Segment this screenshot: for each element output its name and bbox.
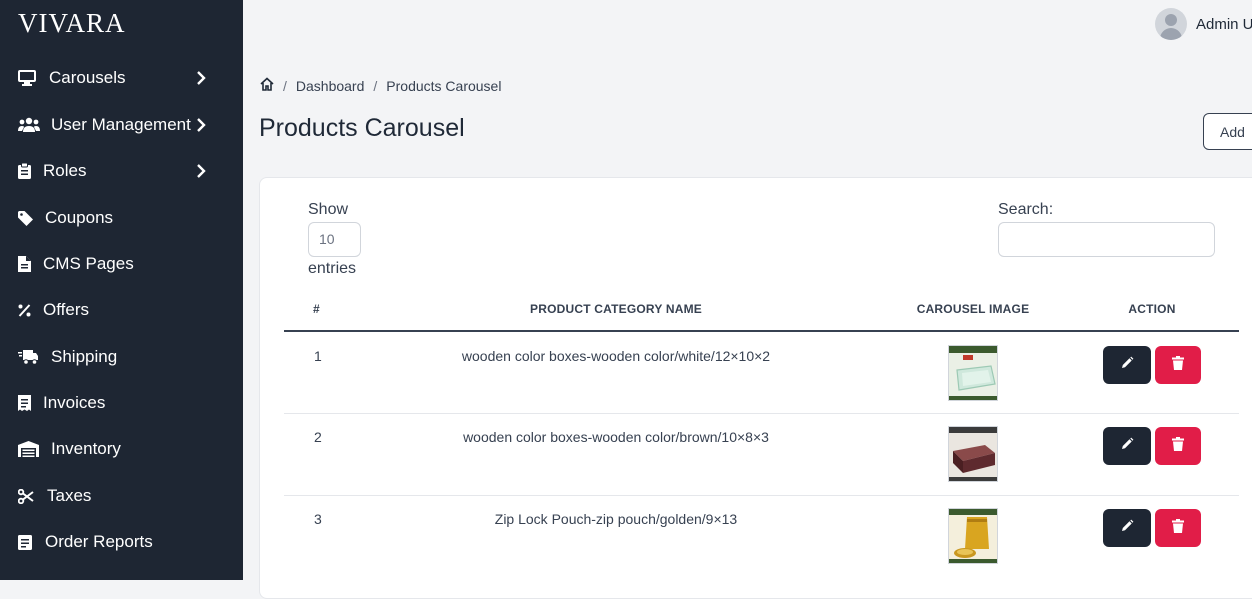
- search-input[interactable]: [998, 222, 1215, 257]
- pencil-icon: [1120, 437, 1134, 456]
- brand-logo[interactable]: VIVARA: [18, 8, 126, 39]
- percent-icon: [18, 301, 36, 319]
- column-header-carousel-image[interactable]: CAROUSEL IMAGE: [898, 302, 1048, 316]
- carousel-image-thumbnail[interactable]: [948, 345, 998, 401]
- row-product-category-name: wooden color boxes-wooden color/brown/10…: [463, 429, 769, 445]
- delete-button[interactable]: [1155, 509, 1201, 547]
- row-index: 3: [314, 511, 322, 527]
- monitor-icon: [18, 69, 40, 87]
- sidebar-item-label: Carousels: [49, 68, 126, 87]
- file-icon: [18, 255, 36, 273]
- delete-button[interactable]: [1155, 346, 1201, 384]
- edit-button[interactable]: [1103, 346, 1151, 384]
- trash-icon: [1172, 518, 1184, 538]
- sidebar-item-shipping[interactable]: Shipping: [0, 337, 243, 377]
- sidebar-item-invoices[interactable]: Invoices: [0, 383, 243, 423]
- breadcrumb-current: Products Carousel: [386, 77, 502, 94]
- sidebar-item-taxes[interactable]: Taxes: [0, 476, 243, 516]
- breadcrumb: / Dashboard / Products Carousel: [260, 77, 501, 94]
- sidebar-item-roles[interactable]: Roles: [0, 151, 243, 191]
- sidebar-item-inventory[interactable]: Inventory: [0, 429, 243, 469]
- sidebar-item-label: Coupons: [45, 208, 114, 227]
- breadcrumb-dashboard[interactable]: Dashboard: [296, 78, 365, 94]
- truck-icon: [18, 348, 44, 366]
- trash-icon: [1172, 436, 1184, 456]
- row-index: 1: [314, 348, 322, 364]
- entries-label: entries: [308, 260, 357, 277]
- scissors-icon: [18, 487, 40, 505]
- sidebar-item-order-reports[interactable]: Order Reports: [0, 522, 243, 562]
- show-label: Show: [308, 201, 349, 218]
- column-header-index[interactable]: #: [313, 302, 320, 316]
- sidebar-item-label: User Management: [51, 115, 191, 134]
- page-title: Products Carousel: [259, 114, 465, 142]
- sidebar-item-label: Taxes: [47, 486, 92, 505]
- sidebar-item-label: Shipping: [51, 347, 118, 366]
- tag-icon: [18, 209, 40, 227]
- avatar[interactable]: [1155, 8, 1187, 40]
- row-divider: [284, 413, 1239, 414]
- sidebar-item-label: Roles: [43, 161, 87, 180]
- pencil-icon: [1120, 519, 1134, 538]
- row-index: 2: [314, 429, 322, 445]
- table-header-divider: [284, 330, 1239, 332]
- chevron-right-icon: [196, 163, 206, 184]
- sidebar-item-cms-pages[interactable]: CMS Pages: [0, 244, 243, 284]
- trash-icon: [1172, 355, 1184, 375]
- sidebar: VIVARA Carousels User Management Roles C: [0, 0, 243, 580]
- breadcrumb-separator: /: [373, 77, 378, 94]
- sidebar-item-carousels[interactable]: Carousels: [0, 58, 243, 98]
- user-name[interactable]: Admin U: [1196, 16, 1252, 33]
- carousel-image-thumbnail[interactable]: [948, 426, 998, 482]
- home-icon[interactable]: [260, 77, 274, 94]
- row-product-category-name: wooden color boxes-wooden color/white/12…: [461, 348, 771, 364]
- users-icon: [18, 116, 44, 134]
- sidebar-item-label: CMS Pages: [43, 254, 134, 273]
- chevron-right-icon: [196, 117, 206, 138]
- row-divider: [284, 495, 1239, 496]
- column-header-action[interactable]: ACTION: [1102, 302, 1202, 316]
- sidebar-item-coupons[interactable]: Coupons: [0, 198, 243, 238]
- edit-button[interactable]: [1103, 427, 1151, 465]
- receipt-icon: [18, 394, 36, 412]
- breadcrumb-separator: /: [283, 77, 287, 94]
- row-product-category-name: Zip Lock Pouch-zip pouch/golden/9×13: [494, 511, 738, 527]
- sidebar-item-label: Inventory: [51, 439, 121, 458]
- add-button[interactable]: Add: [1203, 113, 1252, 150]
- sidebar-item-label: Invoices: [43, 393, 106, 412]
- column-header-product-category-name[interactable]: PRODUCT CATEGORY NAME: [466, 302, 766, 316]
- clipboard-icon: [18, 162, 36, 180]
- edit-button[interactable]: [1103, 509, 1151, 547]
- sidebar-item-label: Order Reports: [45, 532, 153, 551]
- pencil-icon: [1120, 356, 1134, 375]
- user-menu[interactable]: Admin U: [1155, 8, 1252, 40]
- entries-select[interactable]: 10: [308, 222, 361, 257]
- sidebar-item-user-management[interactable]: User Management: [0, 105, 243, 145]
- search-label: Search:: [998, 201, 1054, 218]
- sidebar-item-offers[interactable]: Offers: [0, 290, 243, 330]
- carousel-image-thumbnail[interactable]: [948, 508, 998, 564]
- warehouse-icon: [18, 440, 44, 458]
- chevron-right-icon: [196, 70, 206, 91]
- report-icon: [18, 533, 40, 551]
- delete-button[interactable]: [1155, 427, 1201, 465]
- sidebar-item-label: Offers: [43, 300, 89, 319]
